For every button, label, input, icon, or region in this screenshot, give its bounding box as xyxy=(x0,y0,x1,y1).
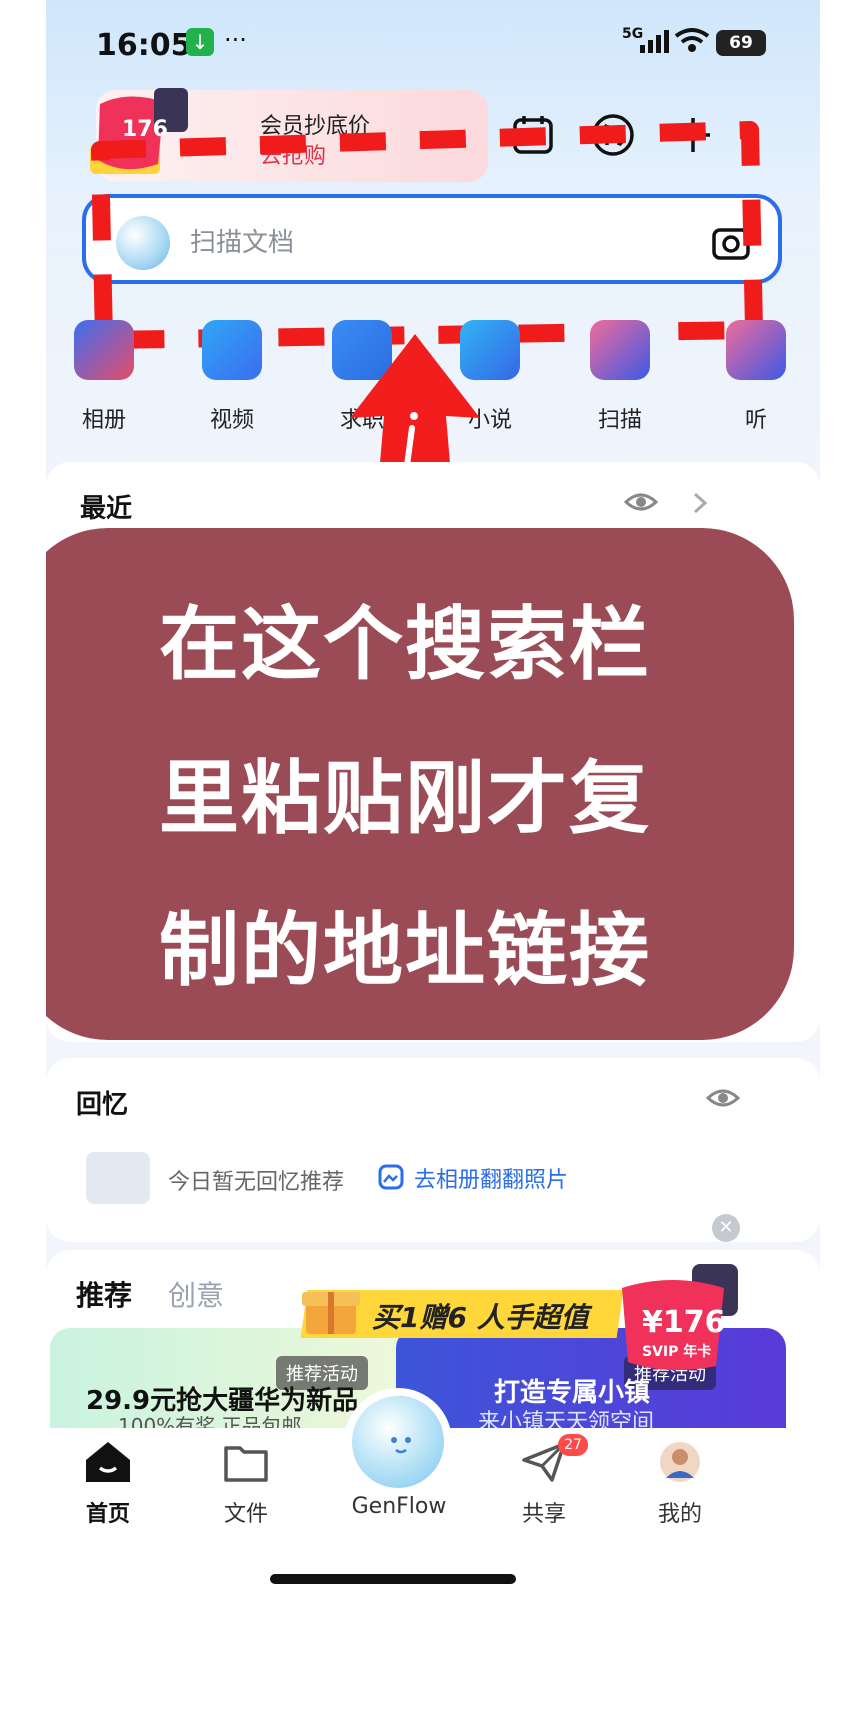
app-label: 听 xyxy=(744,408,767,433)
gift-box-icon xyxy=(302,1292,360,1334)
scan-icon xyxy=(590,320,650,380)
instruction-overlay: 在这个搜索栏 里粘贴刚才复 制的地址链接 xyxy=(46,528,794,1040)
status-bar: 16:05 ↓ ··· 5G 69 xyxy=(46,0,820,90)
home-icon xyxy=(86,1442,130,1482)
album-icon xyxy=(74,320,134,380)
promo-title: 会员抄底价 xyxy=(260,114,371,139)
app-label: 相册 xyxy=(81,408,126,433)
eye-icon[interactable] xyxy=(706,1084,740,1112)
app-label: 视频 xyxy=(209,408,254,433)
share-badge: 27 xyxy=(558,1434,588,1456)
home-indicator xyxy=(270,1574,516,1584)
nav-label: 文件 xyxy=(223,1502,268,1527)
close-icon[interactable]: ✕ xyxy=(712,1214,740,1242)
photo-icon xyxy=(378,1164,404,1190)
app-album[interactable]: 相册 xyxy=(54,320,154,434)
listen-icon xyxy=(726,320,786,380)
memory-empty-text: 今日暂无回忆推荐 xyxy=(168,1170,345,1195)
phone-screen: 16:05 ↓ ··· 5G 69 176 会员抄底价 去抢购 扫描文档 AI … xyxy=(46,0,820,1728)
nav-label: 我的 xyxy=(657,1502,702,1527)
genflow-orb-icon[interactable] xyxy=(352,1396,444,1488)
memory-placeholder-image xyxy=(86,1152,150,1204)
wifi-icon xyxy=(674,28,710,52)
overlay-line-3: 制的地址链接 xyxy=(159,904,651,997)
nav-profile[interactable]: 我的 xyxy=(630,1440,730,1528)
promo-badge-price: 176 xyxy=(122,117,168,142)
ai-orb-icon xyxy=(116,216,170,270)
nav-home[interactable]: 首页 xyxy=(58,1440,158,1528)
transfer-icon[interactable] xyxy=(590,112,636,158)
app-scan[interactable]: 扫描 xyxy=(570,320,670,434)
avatar xyxy=(660,1442,700,1482)
gift-subtitle: SVIP 年卡 xyxy=(642,1343,711,1360)
signal-icon xyxy=(640,30,672,53)
app-video[interactable]: 视频 xyxy=(182,320,282,434)
promo-ribbon-text: 买1赠6 人手超值 xyxy=(372,1301,589,1334)
calendar-check-icon[interactable] xyxy=(510,112,556,158)
plus-icon[interactable] xyxy=(670,112,716,158)
nav-label: 共享 xyxy=(521,1502,566,1527)
tab-recommend[interactable]: 推荐 xyxy=(76,1274,132,1314)
chevron-right-icon[interactable] xyxy=(690,490,710,516)
eye-icon[interactable] xyxy=(624,488,658,516)
promo-subtitle[interactable]: 去抢购 xyxy=(260,138,326,170)
search-placeholder: 扫描文档 xyxy=(190,228,295,258)
svip-gift-icon[interactable]: ¥176 SVIP 年卡 xyxy=(612,1258,752,1378)
app-listen[interactable]: 听 xyxy=(706,320,806,434)
app-label: 扫描 xyxy=(597,408,642,433)
search-input[interactable] xyxy=(82,194,782,284)
video-icon xyxy=(202,320,262,380)
gift-bag-icon: 176 xyxy=(90,88,188,174)
recent-title: 最近 xyxy=(80,494,133,524)
download-icon: ↓ xyxy=(186,28,214,56)
memory-card xyxy=(46,1058,820,1242)
folder-icon xyxy=(224,1446,268,1482)
overlay-line-1: 在这个搜索栏 xyxy=(159,598,651,691)
memory-title: 回忆 xyxy=(76,1090,129,1120)
memory-album-link[interactable]: 去相册翻翻照片 xyxy=(414,1162,568,1194)
tab-creative[interactable]: 创意 xyxy=(168,1274,224,1314)
gift-price: ¥176 xyxy=(642,1305,726,1340)
nav-label: 首页 xyxy=(85,1502,130,1527)
svg-text:AI: AI xyxy=(742,221,756,235)
nav-genflow-label[interactable]: GenFlow xyxy=(346,1494,452,1519)
battery-indicator: 69 xyxy=(716,30,766,56)
status-more: ··· xyxy=(224,26,247,54)
status-time: 16:05 xyxy=(96,28,192,63)
nav-files[interactable]: 文件 xyxy=(196,1440,296,1528)
ai-camera-icon[interactable]: AI xyxy=(710,220,758,264)
overlay-line-2: 里粘贴刚才复 xyxy=(159,752,651,845)
